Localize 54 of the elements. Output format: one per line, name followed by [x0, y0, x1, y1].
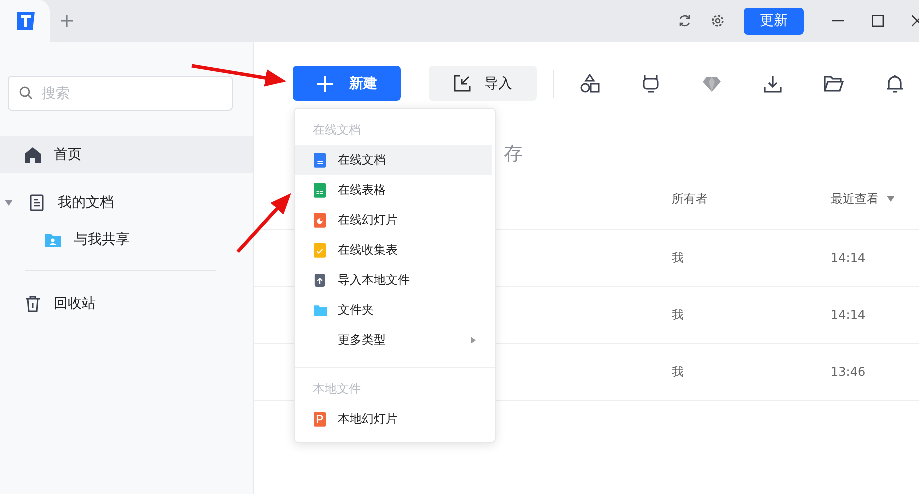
update-button[interactable]: 更新: [744, 8, 804, 34]
upload-icon: [314, 272, 327, 288]
import-icon: [454, 75, 470, 92]
owner-cell-text: 我: [672, 364, 685, 380]
download-icon[interactable]: [763, 74, 783, 94]
menu-item[interactable]: 在线表格: [295, 175, 492, 205]
collapse-triangle-icon[interactable]: [5, 200, 13, 206]
new-tab-icon[interactable]: [60, 14, 74, 28]
notification-icon[interactable]: [885, 74, 905, 94]
spreadsheet-icon: [314, 182, 327, 198]
time-cell: 14:14: [831, 308, 866, 322]
sidebar-item[interactable]: 首页: [0, 136, 253, 173]
menu-item[interactable]: 在线幻灯片: [295, 205, 492, 235]
document-icon: [314, 152, 327, 168]
search-field[interactable]: 搜索: [8, 76, 233, 111]
section-heading: 存: [504, 143, 523, 165]
sidebar-item[interactable]: 与我共享: [0, 221, 253, 258]
presentation-file-icon: [314, 412, 327, 426]
slides-icon: [314, 212, 327, 228]
time-cell: 14:14: [831, 251, 866, 265]
menu-item[interactable]: 在线文档: [295, 145, 492, 175]
home-icon: [24, 146, 42, 164]
settings-icon[interactable]: [711, 14, 725, 28]
folder-icon: [314, 302, 327, 318]
menu-item[interactable]: 文件夹: [295, 295, 492, 325]
owner-cell-text: 我: [672, 306, 685, 324]
menu-section-title: 在线文档: [312, 122, 362, 139]
time-cell: 13:46: [831, 365, 866, 379]
menu-item[interactable]: 更多类型: [295, 325, 492, 355]
maximize-icon[interactable]: [872, 15, 884, 27]
column-header[interactable]: 最近查看: [831, 190, 879, 208]
shapes-icon[interactable]: [580, 74, 600, 94]
trash-icon: [24, 294, 42, 312]
sort-icon[interactable]: [887, 196, 895, 202]
submenu-arrow-icon: [471, 336, 476, 344]
form-icon: [314, 242, 327, 258]
owner-cell-text: 我: [672, 250, 685, 266]
tv-icon[interactable]: [641, 74, 661, 94]
new-button[interactable]: 新建: [293, 66, 401, 101]
menu-item[interactable]: 本地幻灯片: [295, 404, 492, 434]
plus-icon: [316, 76, 332, 92]
app-logo-icon[interactable]: [14, 10, 36, 32]
sidebar-item[interactable]: 我的文档: [0, 184, 253, 221]
menu-section-title: 本地文件: [312, 381, 362, 398]
folder-icon[interactable]: [824, 74, 844, 94]
sync-icon[interactable]: [678, 14, 692, 28]
menu-item[interactable]: 导入本地文件: [295, 265, 492, 295]
import-button[interactable]: 导入: [429, 66, 537, 101]
close-icon[interactable]: [912, 15, 919, 27]
document-icon: [28, 194, 46, 212]
sidebar-item[interactable]: 回收站: [0, 285, 253, 322]
column-header[interactable]: 所有者: [672, 190, 831, 208]
menu-item[interactable]: 在线收集表: [295, 235, 492, 265]
annotation-arrow: [236, 193, 292, 254]
